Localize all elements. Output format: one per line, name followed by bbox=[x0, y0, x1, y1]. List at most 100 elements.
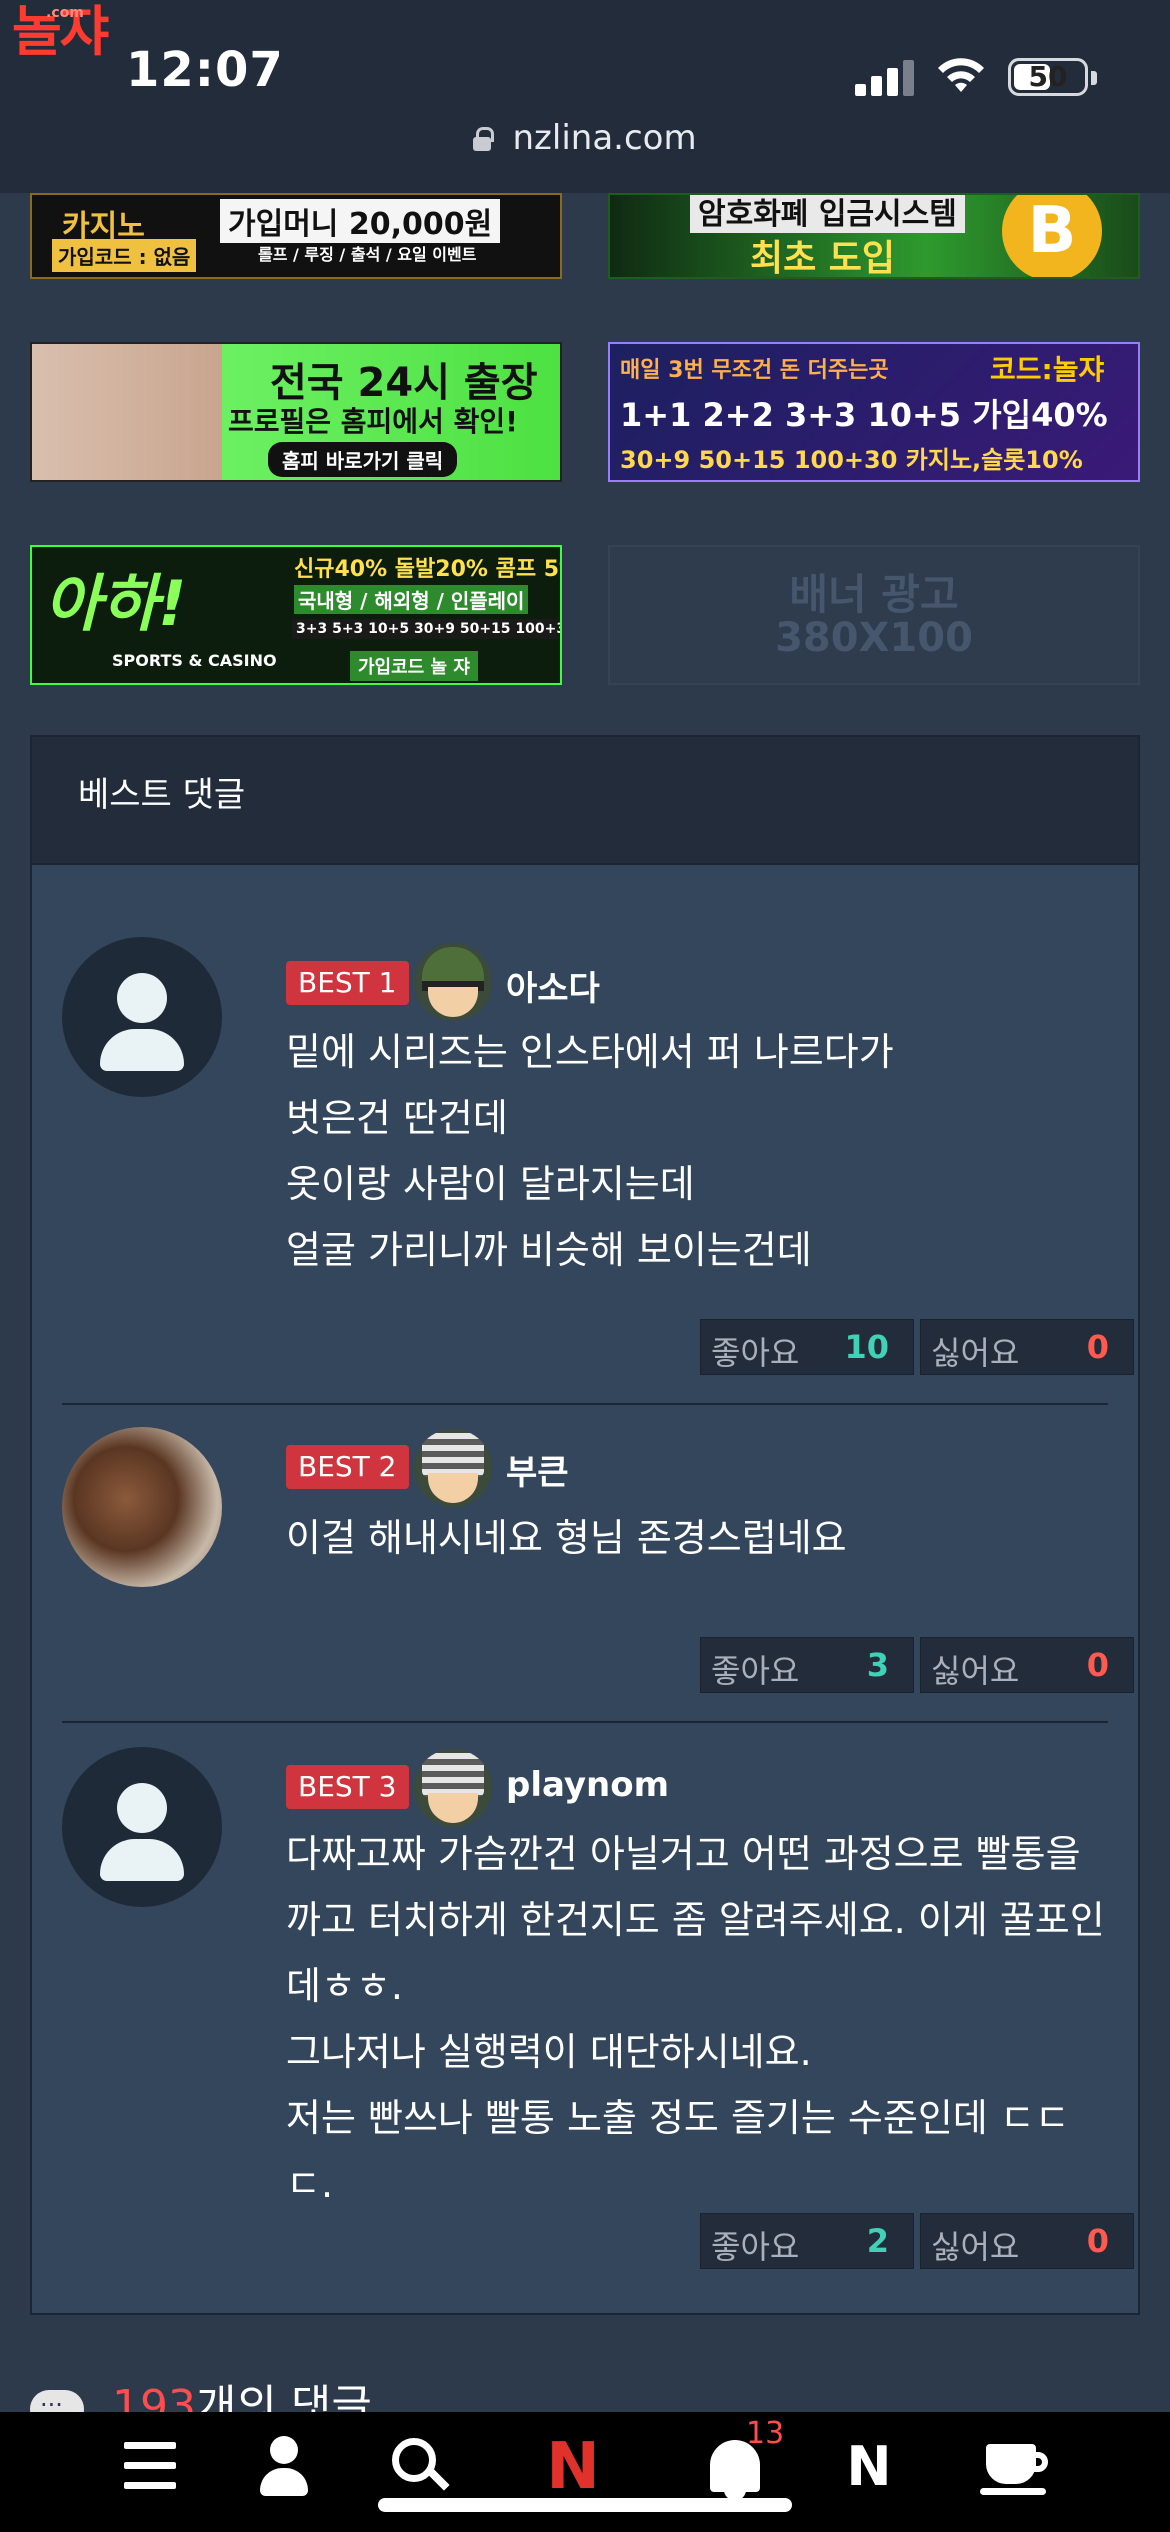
banner-text: 아하! bbox=[44, 567, 187, 640]
banner-text: 30+9 50+15 100+30 카지노,슬롯10% bbox=[620, 446, 1083, 474]
banner-text: 매일 3번 무조건 돈 더주는곳 bbox=[620, 358, 889, 383]
cellular-signal-icon bbox=[855, 56, 915, 96]
best-rank-badge: BEST 2 bbox=[286, 1445, 409, 1489]
coffee-cup-icon[interactable] bbox=[980, 2432, 1050, 2502]
banner-text: 홈피 바로가기 클릭 bbox=[268, 442, 458, 477]
comment-text: 다짜고짜 가슴깐건 아닐거고 어떤 과정으로 빨통을 까고 터치하게 한건지도 … bbox=[286, 1821, 1106, 2217]
vote-bar: 좋아요 2 싫어요 0 bbox=[700, 2213, 1134, 2269]
banner-ad-placeholder[interactable]: 배너 광고 380X100 bbox=[608, 545, 1140, 685]
comment-nickname[interactable]: 부큰 bbox=[506, 1445, 569, 1494]
comment-line: 벗은건 딴건데 bbox=[286, 1096, 508, 1140]
site-logo[interactable]: 놀쟈 .com bbox=[12, 0, 109, 64]
url-bar[interactable]: nzlina.com bbox=[0, 118, 1170, 178]
best-comment: BEST 1 아소다 밑에 시리즈는 인스타에서 퍼 나르다가 벗은건 딴건데 … bbox=[62, 897, 1134, 1405]
comment-text: 밑에 시리즈는 인스타에서 퍼 나르다가 벗은건 딴건데 옷이랑 사람이 달라지… bbox=[286, 1019, 1106, 1283]
avatar[interactable] bbox=[62, 1427, 222, 1587]
like-label: 좋아요 bbox=[711, 1652, 800, 1690]
dislike-button[interactable]: 싫어요 0 bbox=[920, 1637, 1134, 1693]
banner-text: 가입머니 20,000원 bbox=[220, 199, 501, 243]
best-comment: BEST 2 부큰 이걸 해내시네요 형님 존경스럽네요 좋아요 3 싫어요 0 bbox=[62, 1405, 1134, 1723]
comment-line: 이걸 해내시네요 형님 존경스럽네요 bbox=[286, 1516, 847, 1560]
like-button[interactable]: 좋아요 2 bbox=[700, 2213, 914, 2269]
like-count: 3 bbox=[866, 1646, 889, 1684]
best-rank-badge: BEST 1 bbox=[286, 961, 409, 1005]
user-icon[interactable] bbox=[248, 2432, 318, 2502]
dislike-button[interactable]: 싫어요 0 bbox=[920, 1319, 1134, 1375]
comment-text: 이걸 해내시네요 형님 존경스럽네요 bbox=[286, 1505, 1106, 1571]
banner-text: 380X100 bbox=[775, 615, 973, 661]
banner-casino-bonus[interactable]: 매일 3번 무조건 돈 더주는곳 코드:놀쟈 1+1 2+2 3+3 10+5 … bbox=[608, 342, 1140, 482]
comment-line: 저는 빤쓰나 빨통 노출 정도 즐기는 수준인데 ㄷㄷㄷ. bbox=[286, 2096, 1070, 2206]
battery-icon: 50 bbox=[1008, 58, 1097, 96]
vote-bar: 좋아요 10 싫어요 0 bbox=[700, 1319, 1134, 1375]
url-text: nzlina.com bbox=[512, 118, 697, 158]
status-bar: 놀쟈 .com 12:07 50 nzlina.com bbox=[0, 0, 1170, 193]
like-count: 10 bbox=[844, 1328, 889, 1366]
best-rank-badge: BEST 3 bbox=[286, 1765, 409, 1809]
comment-line: 얼굴 가리니까 비슷해 보이는건데 bbox=[286, 1228, 812, 1272]
dislike-label: 싫어요 bbox=[931, 1334, 1020, 1372]
avatar[interactable] bbox=[62, 1747, 222, 1907]
dislike-label: 싫어요 bbox=[931, 2228, 1020, 2266]
comment-nickname[interactable]: playnom bbox=[506, 1765, 669, 1805]
banner-text: 가입코드 : 없음 bbox=[52, 239, 197, 272]
vote-bar: 좋아요 3 싫어요 0 bbox=[700, 1637, 1134, 1693]
dislike-count: 0 bbox=[1086, 1646, 1109, 1684]
clock: 12:07 bbox=[126, 42, 284, 98]
banner-text: 신규40% 돌발20% 콤프 5% bbox=[294, 557, 562, 582]
like-button[interactable]: 좋아요 3 bbox=[700, 1637, 914, 1693]
banner-text: 가입코드 놀 쟈 bbox=[350, 651, 478, 681]
like-label: 좋아요 bbox=[711, 1334, 800, 1372]
brand-logo-text: N bbox=[846, 2435, 892, 2498]
comment-line: 그나저나 실행력이 대단하시네요. bbox=[286, 2030, 812, 2074]
comment-line: 다짜고짜 가슴깐건 아닐거고 어떤 과정으로 빨통을 bbox=[286, 1832, 1081, 1876]
banner-casino-join-money[interactable]: 카지노 가입머니 20,000원 가입코드 : 없음 롤프 / 루징 / 출석 … bbox=[30, 193, 562, 279]
dislike-count: 0 bbox=[1086, 2222, 1109, 2260]
best-comments-title: 베스트 댓글 bbox=[78, 775, 246, 815]
level-helmet-icon bbox=[414, 943, 492, 1021]
wifi-icon bbox=[938, 58, 984, 92]
avatar[interactable] bbox=[62, 937, 222, 1097]
menu-icon[interactable] bbox=[118, 2432, 188, 2502]
home-indicator[interactable] bbox=[378, 2498, 792, 2512]
n-logo-text: N bbox=[546, 2430, 600, 2504]
comment-line: 옷이랑 사람이 달라지는데 bbox=[286, 1162, 695, 1206]
bitcoin-icon: B bbox=[1002, 195, 1102, 277]
dislike-count: 0 bbox=[1086, 1328, 1109, 1366]
site-logo-suffix: .com bbox=[46, 5, 84, 21]
like-count: 2 bbox=[866, 2222, 889, 2260]
banner-text: 프로필은 홈피에서 확인! bbox=[228, 405, 518, 438]
notification-badge: 13 bbox=[746, 2416, 785, 2451]
search-icon[interactable] bbox=[384, 2432, 454, 2502]
banner-text: 최초 도입 bbox=[750, 238, 896, 279]
best-comment: BEST 3 playnom 다짜고짜 가슴깐건 아닐거고 어떤 과정으로 빨통… bbox=[62, 1723, 1134, 2293]
banner-text: 3+3 5+3 10+5 30+9 50+15 100+30 bbox=[292, 619, 560, 639]
dislike-button[interactable]: 싫어요 0 bbox=[920, 2213, 1134, 2269]
battery-level: 50 bbox=[1028, 60, 1068, 93]
banner-massage[interactable]: 전국 24시 출장 프로필은 홈피에서 확인! 홈피 바로가기 클릭 bbox=[30, 342, 562, 482]
banner-text: 암호화폐 입금시스템 bbox=[690, 195, 965, 233]
level-stripes-icon bbox=[414, 1429, 492, 1507]
banner-text: SPORTS & CASINO bbox=[112, 651, 277, 670]
comment-line: 데ㅎㅎ. bbox=[286, 1964, 403, 2008]
like-button[interactable]: 좋아요 10 bbox=[700, 1319, 914, 1375]
best-comments-panel: 베스트 댓글 BEST 1 아소다 밑에 시리즈는 인스타에서 퍼 나르다가 벗… bbox=[30, 735, 1140, 2315]
comment-nickname[interactable]: 아소다 bbox=[506, 961, 600, 1010]
banner-aha-sports[interactable]: 아하! SPORTS & CASINO 신규40% 돌발20% 콤프 5% 국내… bbox=[30, 545, 562, 685]
brand-logo-icon[interactable]: N bbox=[834, 2432, 904, 2502]
n-logo-icon[interactable]: N bbox=[538, 2432, 608, 2502]
banner-text: 국내형 / 해외형 / 인플레이 bbox=[294, 585, 529, 614]
like-label: 좋아요 bbox=[711, 2228, 800, 2266]
best-comments-header: 베스트 댓글 bbox=[32, 737, 1138, 865]
banner-text: 1+1 2+2 3+3 10+5 가입40% bbox=[620, 396, 1108, 434]
banner-text: 코드:놀쟈 bbox=[990, 353, 1105, 386]
level-stripes-icon bbox=[414, 1749, 492, 1827]
comment-line: 까고 터치하게 한건지도 좀 알려주세요. 이게 꿀포인 bbox=[286, 1898, 1105, 1942]
banner-text: 롤프 / 루징 / 출석 / 요일 이벤트 bbox=[258, 245, 477, 264]
banner-text: 배너 광고 bbox=[789, 570, 959, 619]
dislike-label: 싫어요 bbox=[931, 1652, 1020, 1690]
bottom-nav: N N bbox=[0, 2412, 1170, 2532]
lock-icon bbox=[473, 127, 495, 151]
banner-crypto-deposit[interactable]: 암호화폐 입금시스템 최초 도입 B bbox=[608, 193, 1140, 279]
comment-line: 밑에 시리즈는 인스타에서 퍼 나르다가 bbox=[286, 1030, 894, 1074]
